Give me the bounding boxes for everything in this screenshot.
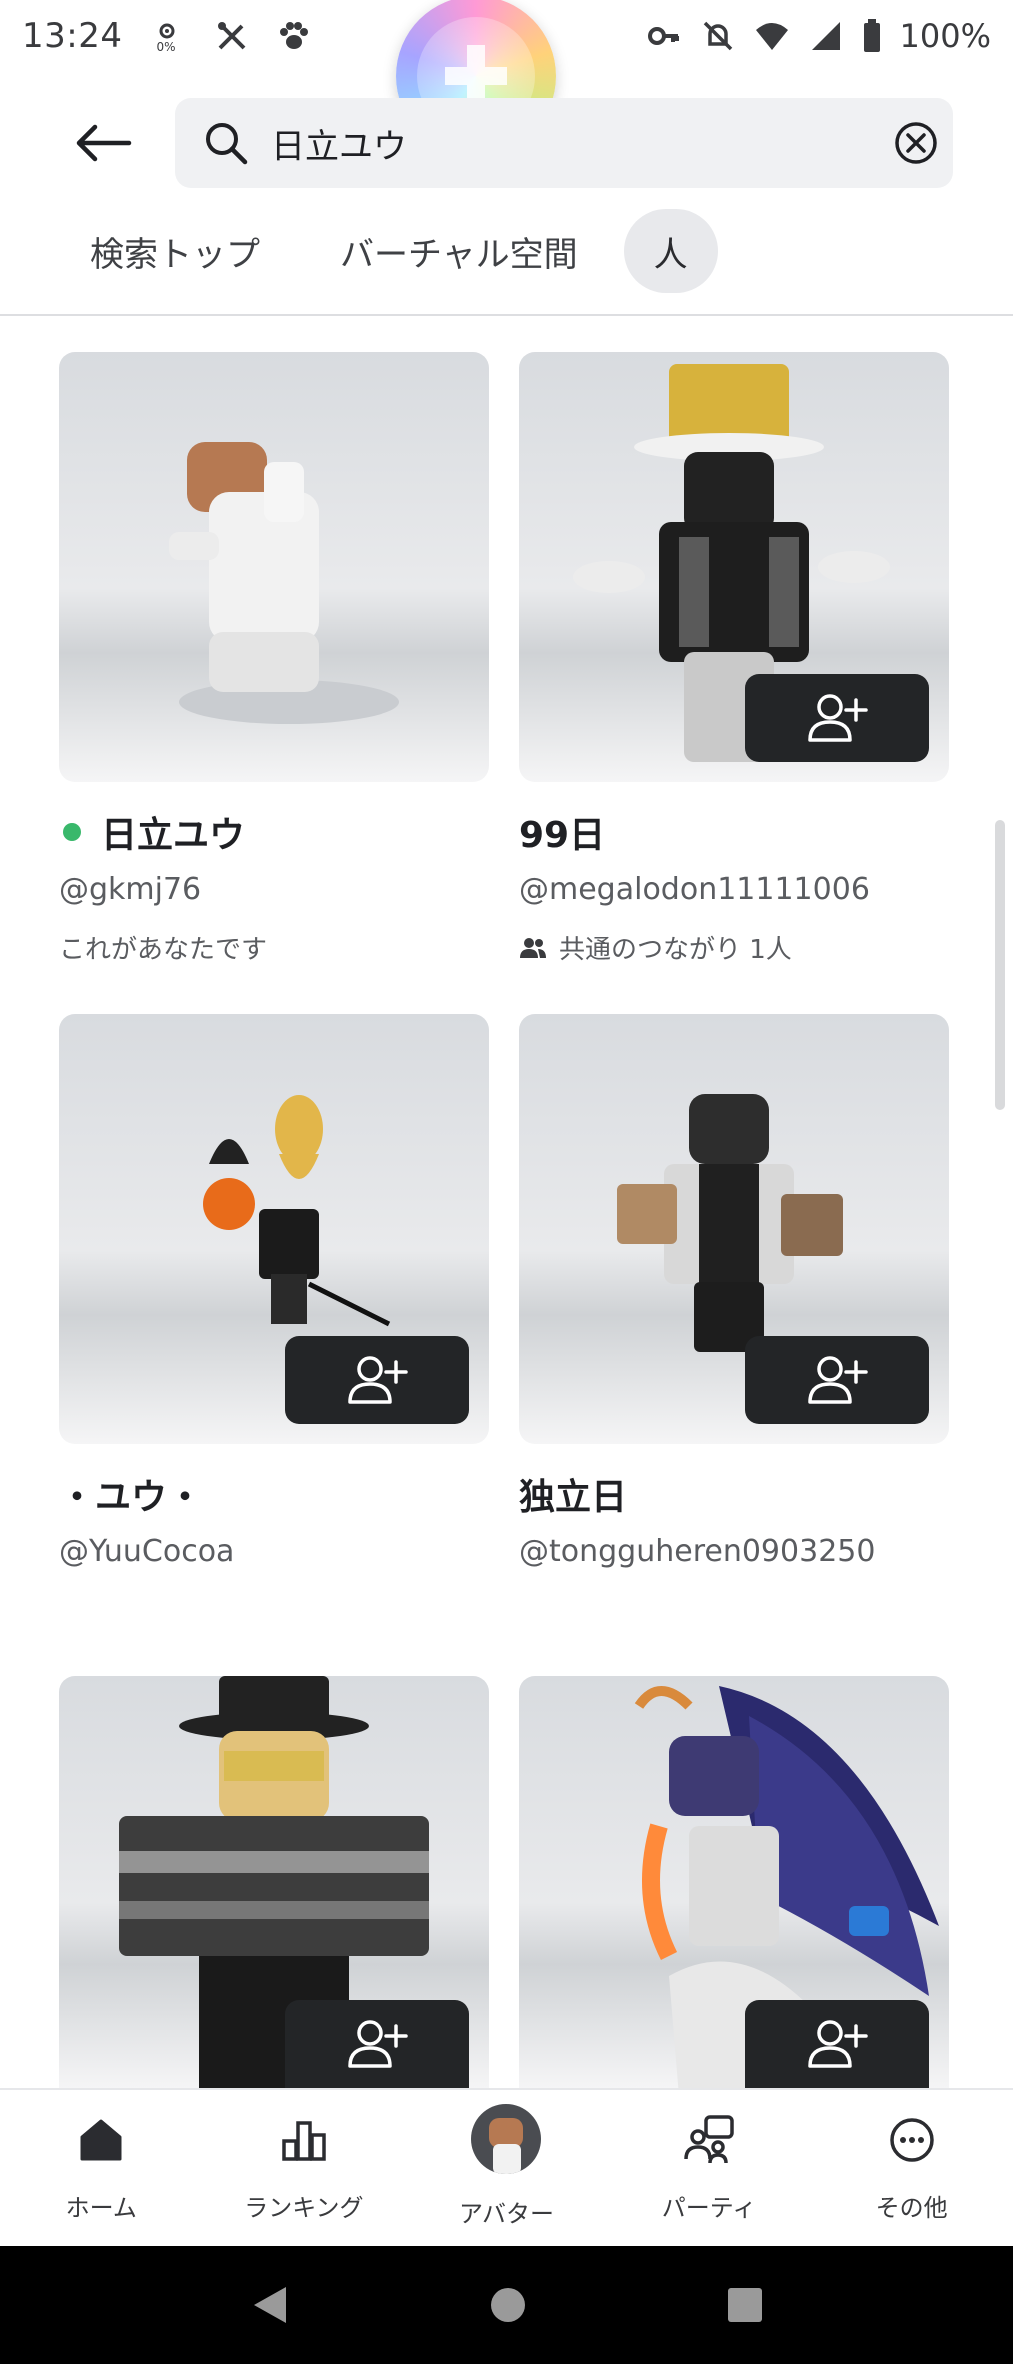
nav-ranking-label: ランキング bbox=[244, 2194, 364, 2222]
user-card[interactable]: 独立日 @tongguheren0903250 bbox=[519, 1014, 949, 1569]
user-name-row: 日立ユウ bbox=[59, 806, 489, 858]
avatar-thumbnail[interactable] bbox=[59, 1676, 489, 2088]
bell-muted-icon bbox=[703, 21, 732, 51]
user-subtext-label: これがあなたです bbox=[59, 935, 268, 965]
nav-avatar[interactable]: アバター bbox=[405, 2090, 608, 2246]
status-left-icons: 0% bbox=[152, 16, 312, 56]
nav-home[interactable]: ホーム bbox=[0, 2090, 203, 2246]
arrow-left-icon bbox=[76, 124, 132, 162]
clear-search-button[interactable] bbox=[893, 120, 939, 166]
add-friend-icon bbox=[808, 2020, 868, 2068]
nav-more[interactable]: その他 bbox=[810, 2090, 1013, 2246]
avatar-thumbnail[interactable] bbox=[519, 352, 949, 782]
nav-more-label: その他 bbox=[875, 2194, 948, 2222]
data-usage-icon: 0% bbox=[152, 16, 188, 56]
search-bar bbox=[175, 98, 953, 188]
user-name-row: 独立日 bbox=[519, 1468, 949, 1520]
user-username: @gkmj76 bbox=[59, 872, 202, 907]
back-triangle-icon[interactable] bbox=[248, 2283, 292, 2327]
chart-icon bbox=[276, 2112, 332, 2168]
battery-text: 100% bbox=[899, 17, 991, 55]
avatar-thumbnail[interactable] bbox=[59, 1014, 489, 1444]
user-subtext: 共通のつながり 1人 bbox=[519, 929, 949, 966]
search-category-tabs: 検索トップ バーチャル空間 人 bbox=[60, 206, 718, 296]
avatar-thumbnail[interactable] bbox=[519, 1014, 949, 1444]
online-status-dot bbox=[63, 823, 81, 841]
status-right-icons: 100% bbox=[646, 0, 991, 72]
status-time: 13:24 bbox=[22, 16, 123, 56]
avatar-thumbnail[interactable] bbox=[59, 352, 489, 782]
scrollbar[interactable] bbox=[995, 820, 1005, 1110]
add-friend-button[interactable] bbox=[745, 2000, 929, 2088]
user-display-name: 日立ユウ bbox=[101, 815, 246, 856]
user-name-row: 99日 bbox=[519, 806, 949, 858]
nav-ranking[interactable]: ランキング bbox=[203, 2090, 406, 2246]
add-friend-icon bbox=[808, 1356, 868, 1404]
mutual-friends-icon bbox=[520, 937, 546, 958]
android-navigation-bar bbox=[0, 2246, 1013, 2364]
add-friend-button[interactable] bbox=[745, 674, 929, 762]
search-icon bbox=[206, 123, 248, 165]
paw-icon bbox=[280, 22, 309, 49]
tools-icon bbox=[218, 22, 246, 50]
key-icon bbox=[647, 27, 679, 45]
home-icon bbox=[73, 2112, 129, 2168]
user-display-name: 独立日 bbox=[519, 1477, 628, 1518]
add-friend-icon bbox=[348, 2020, 408, 2068]
add-friend-button[interactable] bbox=[285, 1336, 469, 1424]
user-card[interactable]: 日立ユウ @gkmj76 これがあなたです bbox=[59, 352, 489, 966]
user-username: @YuuCocoa bbox=[59, 1534, 235, 1569]
add-friend-icon bbox=[808, 694, 868, 742]
user-display-name: ・ユウ・ bbox=[59, 1477, 204, 1518]
avatar-image bbox=[169, 442, 399, 724]
more-icon bbox=[884, 2112, 940, 2168]
back-button[interactable] bbox=[62, 108, 144, 178]
tab-people[interactable]: 人 bbox=[623, 209, 718, 293]
user-card[interactable] bbox=[59, 1676, 489, 2088]
add-friend-icon bbox=[348, 1356, 408, 1404]
avatar-icon bbox=[471, 2104, 542, 2174]
recents-square-icon[interactable] bbox=[725, 2285, 765, 2325]
user-username: @tongguheren0903250 bbox=[519, 1534, 876, 1569]
battery-icon bbox=[863, 19, 880, 52]
signal-icon bbox=[811, 22, 840, 50]
tab-experiences[interactable]: バーチャル空間 bbox=[310, 209, 608, 293]
user-subtext: これがあなたです bbox=[59, 929, 489, 966]
tab-search-top[interactable]: 検索トップ bbox=[60, 209, 290, 293]
header-divider bbox=[0, 314, 1013, 316]
home-circle-icon[interactable] bbox=[488, 2285, 528, 2325]
nav-avatar-label: アバター bbox=[458, 2200, 554, 2228]
wifi-icon bbox=[755, 23, 788, 50]
user-username: @megalodon11111006 bbox=[519, 872, 870, 907]
user-card[interactable]: ・ユウ・ @YuuCocoa bbox=[59, 1014, 489, 1569]
data-usage-text: 0% bbox=[156, 40, 176, 54]
search-input[interactable] bbox=[271, 123, 831, 163]
nav-party[interactable]: パーティ bbox=[608, 2090, 811, 2246]
user-name-row: ・ユウ・ bbox=[59, 1468, 489, 1520]
user-card[interactable]: 99日 @megalodon11111006 共通のつながり 1人 bbox=[519, 352, 949, 966]
add-friend-button[interactable] bbox=[745, 1336, 929, 1424]
avatar-thumbnail[interactable] bbox=[519, 1676, 949, 2088]
bottom-navigation: ホーム ランキング アバター パーティ その他 bbox=[0, 2088, 1013, 2246]
nav-home-label: ホーム bbox=[65, 2194, 137, 2222]
nav-party-label: パーティ bbox=[661, 2194, 757, 2222]
user-card[interactable] bbox=[519, 1676, 949, 2088]
user-display-name: 99日 bbox=[519, 815, 606, 856]
add-friend-button[interactable] bbox=[285, 2000, 469, 2088]
party-icon bbox=[681, 2112, 737, 2168]
user-subtext-label: 共通のつながり 1人 bbox=[559, 935, 792, 965]
